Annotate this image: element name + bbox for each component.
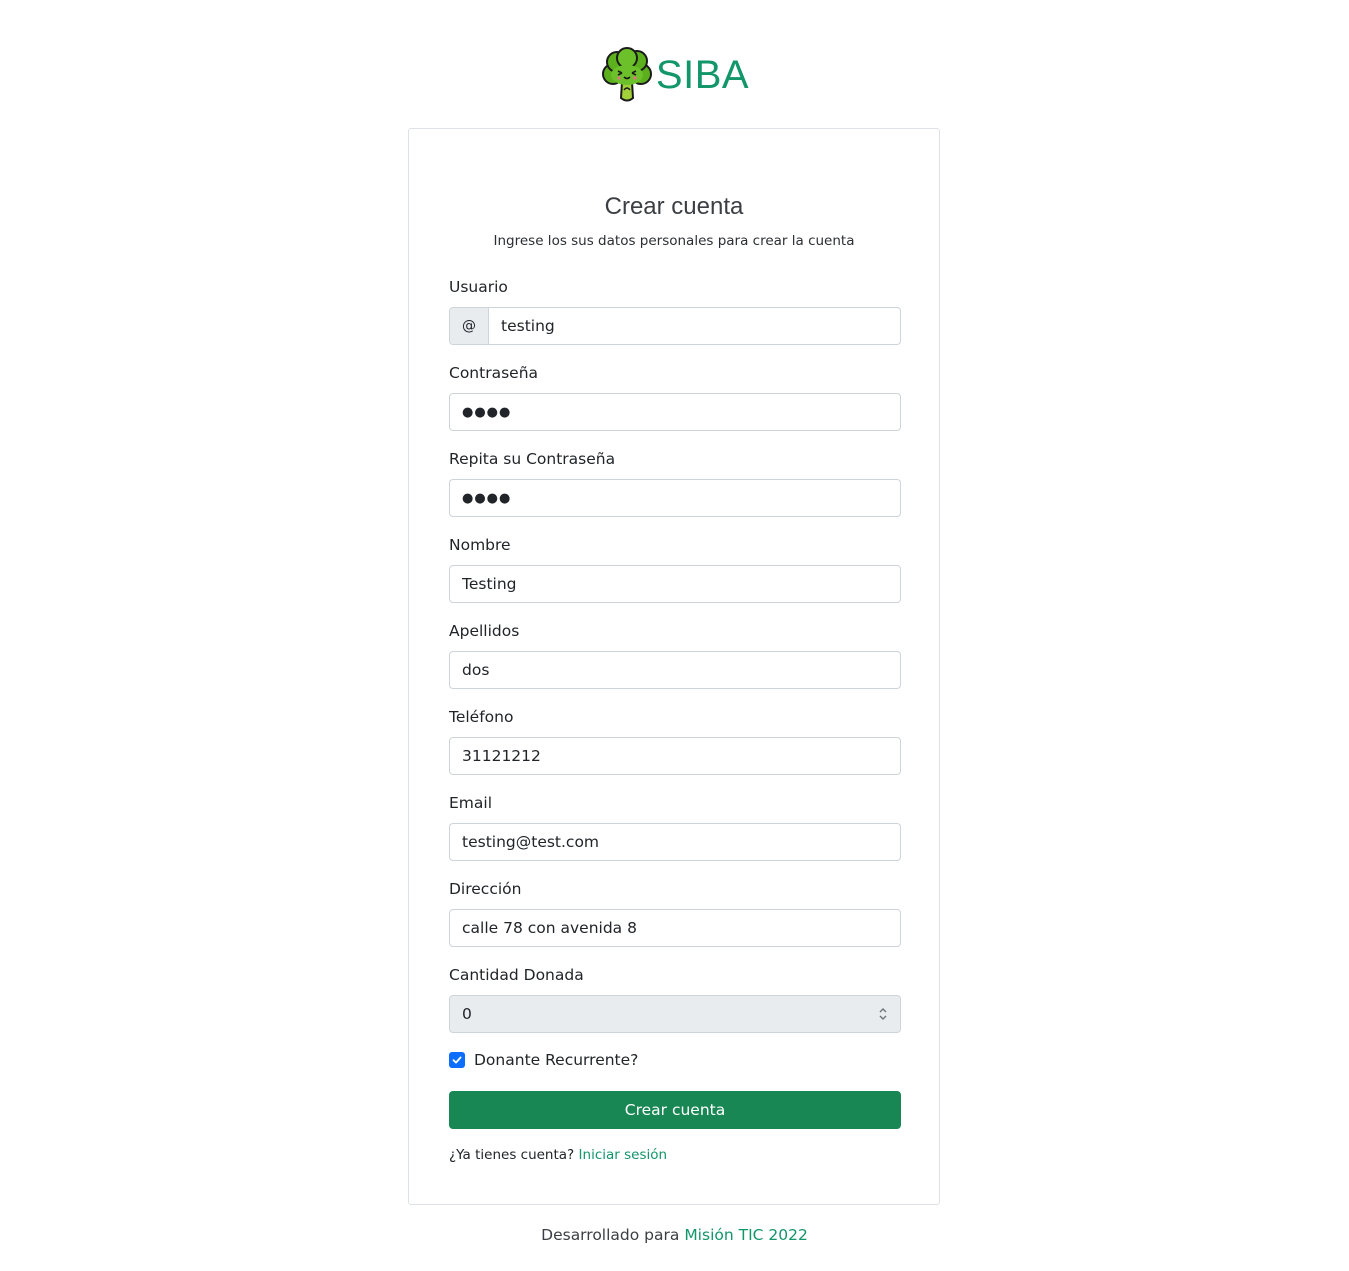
email-label: Email	[449, 794, 493, 812]
apellidos-value: dos	[462, 661, 490, 679]
contrasena-label: Contraseña	[449, 364, 539, 382]
mision-tic-link[interactable]: Misión TIC 2022	[684, 1226, 808, 1244]
apellidos-input[interactable]: dos	[449, 651, 901, 689]
recurrente-label: Donante Recurrente?	[474, 1051, 639, 1069]
login-prompt-text: ¿Ya tienes cuenta?	[449, 1147, 575, 1163]
telefono-value: 31121212	[462, 747, 541, 765]
broccoli-logo-icon	[601, 47, 652, 102]
repita-contrasena-label: Repita su Contraseña	[449, 450, 616, 468]
iniciar-sesion-link[interactable]: Iniciar sesión	[579, 1147, 668, 1163]
footer: Desarrollado para Misión TIC 2022	[0, 1225, 1349, 1245]
at-prefix-addon: @	[450, 308, 489, 344]
number-spinner-icon[interactable]	[878, 1006, 888, 1022]
usuario-input[interactable]: @ testing	[449, 307, 901, 345]
repita-contrasena-input[interactable]: ●●●●	[449, 479, 901, 517]
cantidad-donada-value: 0	[462, 1005, 472, 1023]
email-value: testing@test.com	[462, 833, 600, 851]
telefono-label: Teléfono	[449, 708, 514, 726]
nombre-label: Nombre	[449, 536, 511, 554]
nombre-input[interactable]: Testing	[449, 565, 901, 603]
brand-header: SIBA	[0, 46, 1349, 104]
signup-page: SIBA Crear cuenta Ingrese los sus datos …	[0, 0, 1349, 1271]
apellidos-label: Apellidos	[449, 622, 520, 640]
cantidad-donada-label: Cantidad Donada	[449, 966, 584, 984]
login-prompt: ¿Ya tienes cuenta? Iniciar sesión	[449, 1146, 667, 1164]
recurrente-checkbox[interactable]	[449, 1052, 465, 1068]
direccion-label: Dirección	[449, 880, 522, 898]
recurrente-checkbox-row[interactable]: Donante Recurrente?	[449, 1051, 638, 1069]
cantidad-donada-input[interactable]: 0	[449, 995, 901, 1033]
crear-cuenta-button[interactable]: Crear cuenta	[449, 1091, 901, 1129]
usuario-value: testing	[501, 317, 555, 335]
footer-text: Desarrollado para	[541, 1226, 680, 1244]
nombre-value: Testing	[462, 575, 517, 593]
email-input[interactable]: testing@test.com	[449, 823, 901, 861]
telefono-input[interactable]: 31121212	[449, 737, 901, 775]
contrasena-input[interactable]: ●●●●	[449, 393, 901, 431]
form-title: Crear cuenta	[604, 193, 744, 220]
direccion-value: calle 78 con avenida 8	[462, 919, 637, 937]
repita-contrasena-value: ●●●●	[462, 490, 512, 506]
form-subtitle: Ingrese los sus datos personales para cr…	[493, 233, 855, 249]
direccion-input[interactable]: calle 78 con avenida 8	[449, 909, 901, 947]
brand-name: SIBA	[655, 53, 750, 97]
usuario-label: Usuario	[449, 278, 508, 296]
contrasena-value: ●●●●	[462, 404, 512, 420]
checkmark-icon	[452, 1056, 462, 1064]
